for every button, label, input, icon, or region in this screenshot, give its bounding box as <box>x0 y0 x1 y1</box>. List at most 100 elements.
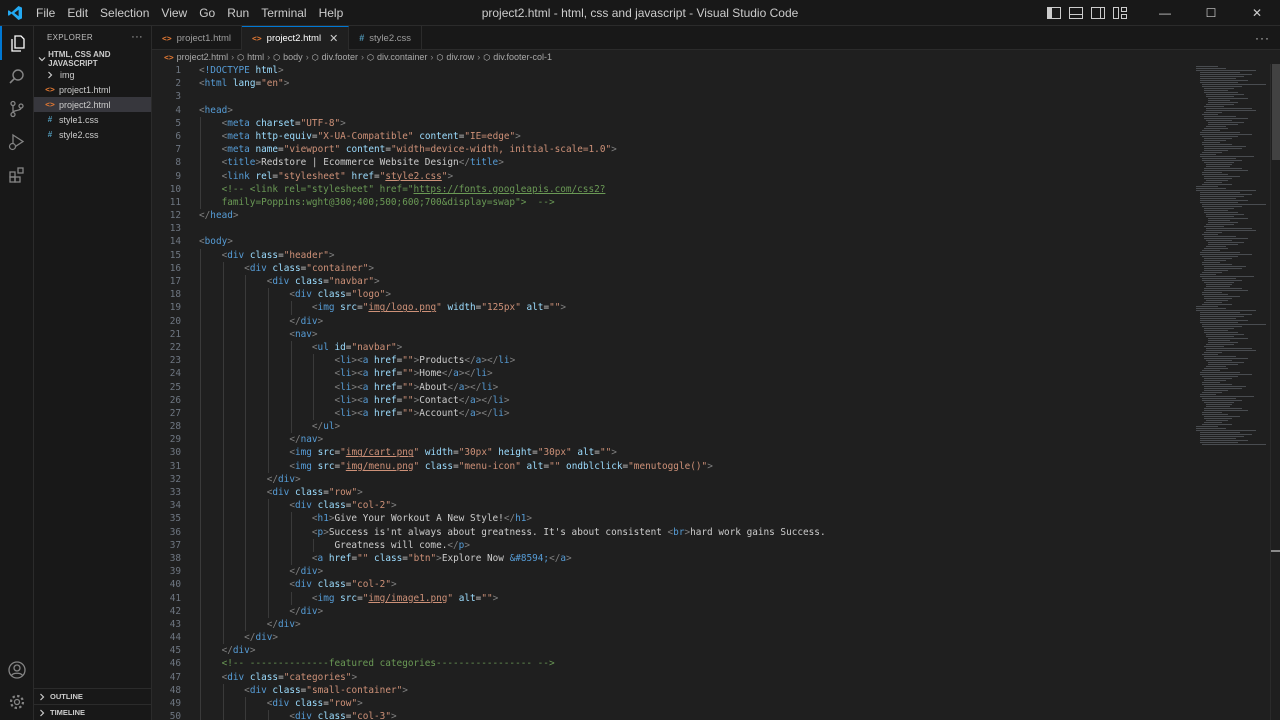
chevron-right-icon: › <box>430 52 434 62</box>
menu-go[interactable]: Go <box>193 0 221 26</box>
files-icon[interactable] <box>0 26 34 60</box>
tab-style2-css[interactable]: # style2.css <box>349 26 423 50</box>
line-text: <div class="categories"> <box>221 671 358 683</box>
toggle-panel-icon[interactable] <box>1068 5 1084 21</box>
code-line: 34 <div class="col-2"> <box>152 499 1192 513</box>
scrollbar-thumb[interactable] <box>1272 64 1280 160</box>
minimap-line <box>1206 404 1232 405</box>
line-number: 17 <box>169 276 181 287</box>
customize-layout-icon[interactable] <box>1112 5 1128 21</box>
menu-run[interactable]: Run <box>221 0 255 26</box>
breadcrumb-div-footer[interactable]: ⬡ div.footer <box>312 52 358 62</box>
tree-item-project1-html[interactable]: <> project1.html <box>34 82 151 97</box>
run-debug-icon[interactable] <box>0 125 34 159</box>
line-text: </div> <box>289 315 324 327</box>
settings-gear-icon[interactable] <box>0 685 34 719</box>
minimap-line <box>1206 216 1234 217</box>
minimap-line <box>1204 268 1242 269</box>
line-number: 7 <box>175 144 181 156</box>
close-window-button[interactable]: ✕ <box>1234 0 1280 26</box>
menu-terminal[interactable]: Terminal <box>255 0 312 26</box>
minimap-line <box>1202 444 1266 445</box>
minimap-line <box>1202 412 1222 413</box>
breadcrumb-html[interactable]: ⬡ html <box>237 52 264 62</box>
tab-project1-html[interactable]: <> project1.html <box>152 26 243 50</box>
line-text: </div> <box>289 605 324 617</box>
timeline-section-header[interactable]: TIMELINE <box>34 704 152 720</box>
minimap-line <box>1204 176 1240 177</box>
editor-more-actions[interactable]: ··· <box>1255 31 1270 45</box>
code-line: 8 <title>Redstore | Ecommerce Website De… <box>152 156 1192 170</box>
menu-help[interactable]: Help <box>313 0 350 26</box>
menu-selection[interactable]: Selection <box>94 0 155 26</box>
line-text: <img src="img/menu.png" class="menu-icon… <box>289 460 713 472</box>
breadcrumb-div-footer-col-1[interactable]: ⬡ div.footer-col-1 <box>483 52 552 62</box>
minimize-button[interactable]: — <box>1142 0 1188 26</box>
workspace-folder-header[interactable]: HTML, CSS AND JAVASCRIPT <box>34 50 151 68</box>
minimap-line <box>1200 198 1236 199</box>
code-editor[interactable]: 1 <!DOCTYPE html> 2 <html lang="en"> 3 4 <h… <box>152 64 1192 720</box>
breadcrumb-body[interactable]: ⬡ body <box>273 52 303 62</box>
minimap-line <box>1204 210 1228 211</box>
line-number: 49 <box>169 698 181 709</box>
line-number: 45 <box>169 645 181 657</box>
css-file-icon: # <box>47 115 53 124</box>
line-number: 27 <box>169 407 181 419</box>
tree-item-style2-css[interactable]: # style2.css <box>34 127 151 142</box>
source-control-icon[interactable] <box>0 92 34 126</box>
tab-project2-html[interactable]: <> project2.html ✕ <box>242 26 350 50</box>
code-line: 41 <img src="img/image1.png" alt=""> <box>152 591 1192 605</box>
tree-item-style1-css[interactable]: # style1.css <box>34 112 151 127</box>
minimap-line <box>1200 78 1236 79</box>
minimap[interactable] <box>1192 64 1270 720</box>
account-icon[interactable] <box>0 653 34 687</box>
minimap-line <box>1200 134 1252 135</box>
minimap-line <box>1204 92 1238 93</box>
minimap-line <box>1200 276 1254 277</box>
minimap-line <box>1200 274 1216 275</box>
editor-scrollbar[interactable] <box>1270 64 1280 720</box>
minimap-line <box>1196 310 1256 311</box>
code-line: 44 </div> <box>152 631 1192 645</box>
tab-label: style2.css <box>369 32 412 44</box>
toggle-primary-sidebar-icon[interactable] <box>1046 5 1062 21</box>
toggle-secondary-sidebar-icon[interactable] <box>1090 5 1106 21</box>
minimap-line <box>1206 214 1244 215</box>
minimap-line <box>1204 150 1228 151</box>
outline-section-header[interactable]: OUTLINE <box>34 688 152 704</box>
breadcrumb-div-row[interactable]: ⬡ div.row <box>436 52 474 62</box>
minimap-line <box>1204 106 1224 107</box>
maximize-button[interactable]: ☐ <box>1188 0 1234 26</box>
minimap-line <box>1204 418 1232 419</box>
breadcrumb-div-container[interactable]: ⬡ div.container <box>367 52 427 62</box>
tree-item-label: project1.html <box>59 84 111 95</box>
menu-edit[interactable]: Edit <box>61 0 94 26</box>
minimap-line <box>1208 100 1230 101</box>
minimap-line <box>1204 368 1228 369</box>
menu-view[interactable]: View <box>155 0 193 26</box>
minimap-line <box>1196 66 1218 67</box>
minimap-line <box>1202 264 1232 265</box>
minimap-line <box>1200 372 1240 373</box>
minimap-line <box>1200 154 1216 155</box>
tree-item-project2-html[interactable]: <> project2.html <box>34 97 151 112</box>
tree-item-img-folder[interactable]: img <box>34 67 151 82</box>
minimap-line <box>1204 422 1222 423</box>
menu-file[interactable]: File <box>30 0 61 26</box>
explorer-more-actions[interactable]: ··· <box>131 31 143 43</box>
minimap-line <box>1206 366 1226 367</box>
minimap-line <box>1200 396 1254 397</box>
search-icon[interactable] <box>0 60 34 94</box>
code-line: 4 <head> <box>152 104 1192 117</box>
line-text: <img src="img/logo.png" width="125px" al… <box>311 302 567 314</box>
minimap-line <box>1200 374 1252 375</box>
line-number: 9 <box>175 170 181 182</box>
code-line: 38 <a href="" class="btn">Explore Now &#… <box>152 551 1192 566</box>
minimap-line <box>1202 280 1242 281</box>
minimap-line <box>1200 202 1238 203</box>
extensions-icon[interactable] <box>0 158 34 192</box>
minimap-line <box>1204 182 1222 183</box>
minimap-line <box>1204 208 1234 209</box>
breadcrumb-file[interactable]: <> project2.html <box>164 52 228 62</box>
close-icon[interactable]: ✕ <box>329 32 338 45</box>
